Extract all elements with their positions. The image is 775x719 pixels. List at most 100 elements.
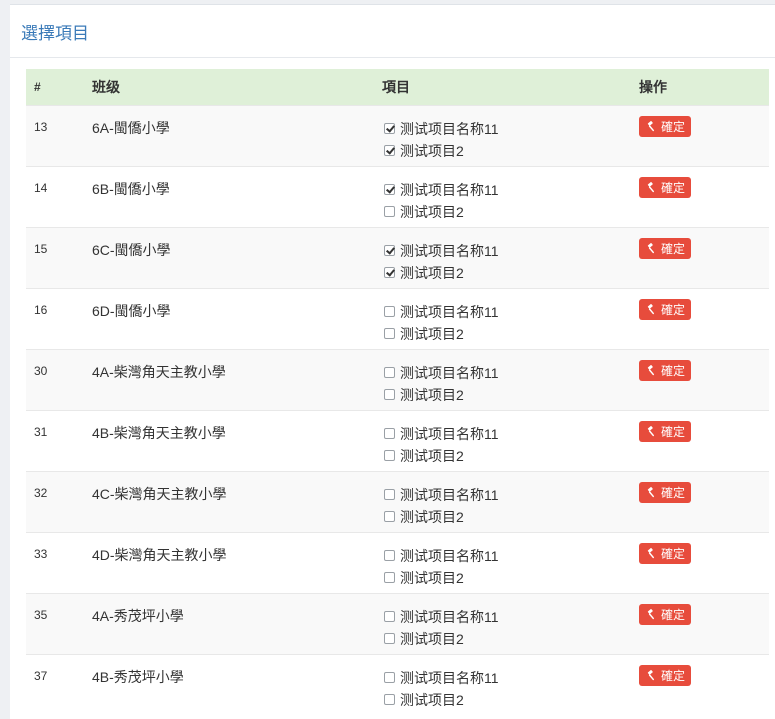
confirm-button[interactable]: 確定 (639, 237, 692, 259)
item-label: 测试项目名称11 (400, 242, 499, 259)
item-option[interactable]: 测试项目2 (382, 506, 639, 528)
row-index: 35 (26, 592, 92, 654)
item-label: 测试项目2 (400, 264, 464, 281)
row-actions: 確定 (639, 409, 769, 471)
item-option[interactable]: 测试项目名称11 (382, 545, 639, 567)
item-checkbox[interactable] (384, 428, 395, 439)
confirm-button-label: 確定 (661, 302, 686, 317)
item-option[interactable]: 测试项目名称11 (382, 667, 639, 689)
row-index: 32 (26, 470, 92, 532)
row-class-name: 6D-閩僑小學 (92, 287, 382, 349)
item-option[interactable]: 测试项目名称11 (382, 606, 639, 628)
confirm-button[interactable]: 確定 (639, 298, 692, 320)
row-actions: 確定 (639, 470, 769, 532)
item-option[interactable]: 测试项目2 (382, 201, 639, 223)
row-class-name: 4B-秀茂坪小學 (92, 653, 382, 715)
item-label: 测试项目2 (400, 203, 464, 220)
item-checkbox[interactable] (384, 694, 395, 705)
item-checkbox[interactable] (384, 550, 395, 561)
item-option[interactable]: 测试项目2 (382, 628, 639, 650)
item-checkbox[interactable] (384, 367, 395, 378)
gavel-icon (647, 120, 655, 131)
confirm-button[interactable]: 確定 (639, 359, 692, 381)
item-checkbox[interactable] (384, 389, 395, 400)
item-label: 测试项目名称11 (400, 303, 499, 320)
confirm-button[interactable]: 確定 (639, 420, 692, 442)
row-class-name: 6A-閩僑小學 (92, 104, 382, 166)
item-checkbox[interactable] (384, 267, 395, 278)
gavel-icon (647, 303, 655, 314)
row-items: 测试项目名称11 测试项目2 (382, 165, 639, 227)
row-index: 37 (26, 653, 92, 715)
item-label: 测试项目名称11 (400, 547, 499, 564)
item-option[interactable]: 测试项目名称11 (382, 423, 639, 445)
table-row: 30 4A-柴灣角天主教小學 测试项目名称11 测试项目2 確定 (26, 348, 769, 410)
item-checkbox[interactable] (384, 306, 395, 317)
item-option[interactable]: 测试项目名称11 (382, 179, 639, 201)
gavel-icon (647, 364, 655, 375)
item-checkbox[interactable] (384, 489, 395, 500)
confirm-button[interactable]: 確定 (639, 115, 692, 137)
row-items: 测试项目名称11 测试项目2 (382, 287, 639, 349)
row-items: 测试项目名称11 测试项目2 (382, 470, 639, 532)
row-index: 31 (26, 409, 92, 471)
table-row: 31 4B-柴灣角天主教小學 测试项目名称11 测试项目2 確定 (26, 409, 769, 471)
column-header-class: 班级 (92, 78, 120, 95)
item-label: 测试项目名称11 (400, 669, 499, 686)
row-actions: 確定 (639, 165, 769, 227)
confirm-button-label: 確定 (661, 607, 686, 622)
item-option[interactable]: 测试项目2 (382, 140, 639, 162)
item-option[interactable]: 测试项目名称11 (382, 301, 639, 323)
item-option[interactable]: 测试项目2 (382, 689, 639, 711)
item-checkbox[interactable] (384, 611, 395, 622)
item-label: 测试项目2 (400, 691, 464, 708)
item-checkbox[interactable] (384, 145, 395, 156)
gavel-icon (647, 181, 655, 192)
confirm-button[interactable]: 確定 (639, 176, 692, 198)
item-checkbox[interactable] (384, 184, 395, 195)
item-option[interactable]: 测试项目2 (382, 445, 639, 467)
confirm-button-label: 確定 (661, 363, 686, 378)
column-header-actions: 操作 (639, 78, 667, 95)
item-checkbox[interactable] (384, 633, 395, 644)
item-option[interactable]: 测试项目2 (382, 262, 639, 284)
confirm-button[interactable]: 確定 (639, 664, 692, 686)
row-actions: 確定 (639, 348, 769, 410)
item-option[interactable]: 测试项目名称11 (382, 240, 639, 262)
table-row: 32 4C-柴灣角天主教小學 测试项目名称11 测试项目2 確定 (26, 470, 769, 532)
item-label: 测试项目2 (400, 386, 464, 403)
confirm-button-label: 確定 (661, 241, 686, 256)
item-checkbox[interactable] (384, 511, 395, 522)
item-option[interactable]: 测试项目名称11 (382, 118, 639, 140)
item-checkbox[interactable] (384, 450, 395, 461)
item-label: 测试项目2 (400, 630, 464, 647)
table-row: 35 4A-秀茂坪小學 测试项目名称11 测试项目2 確定 (26, 592, 769, 654)
item-option[interactable]: 测试项目2 (382, 384, 639, 406)
confirm-button[interactable]: 確定 (639, 542, 692, 564)
confirm-button[interactable]: 確定 (639, 603, 692, 625)
item-label: 测试项目名称11 (400, 486, 499, 503)
item-label: 测试项目名称11 (400, 425, 499, 442)
class-items-table: # 班级 項目 操作 13 6A-閩僑小學 测试项目名称11 测试项目2 確定 14 6B-… (26, 69, 769, 715)
selection-panel: 選擇項目 # 班级 項目 操作 13 6A-閩僑小學 测试项目名称11 测试项目2 確定… (10, 4, 775, 719)
item-checkbox[interactable] (384, 572, 395, 583)
item-option[interactable]: 测试项目名称11 (382, 484, 639, 506)
item-checkbox[interactable] (384, 123, 395, 134)
item-label: 测试项目名称11 (400, 181, 499, 198)
row-items: 测试项目名称11 测试项目2 (382, 531, 639, 593)
confirm-button[interactable]: 確定 (639, 481, 692, 503)
row-index: 14 (26, 165, 92, 227)
item-label: 测试项目2 (400, 325, 464, 342)
item-checkbox[interactable] (384, 245, 395, 256)
item-checkbox[interactable] (384, 328, 395, 339)
item-option[interactable]: 测试项目名称11 (382, 362, 639, 384)
item-option[interactable]: 测试项目2 (382, 323, 639, 345)
item-label: 测试项目2 (400, 569, 464, 586)
item-label: 测试项目2 (400, 508, 464, 525)
item-label: 测试项目名称11 (400, 120, 499, 137)
row-index: 33 (26, 531, 92, 593)
item-checkbox[interactable] (384, 206, 395, 217)
item-option[interactable]: 测试项目2 (382, 567, 639, 589)
row-index: 30 (26, 348, 92, 410)
item-checkbox[interactable] (384, 672, 395, 683)
